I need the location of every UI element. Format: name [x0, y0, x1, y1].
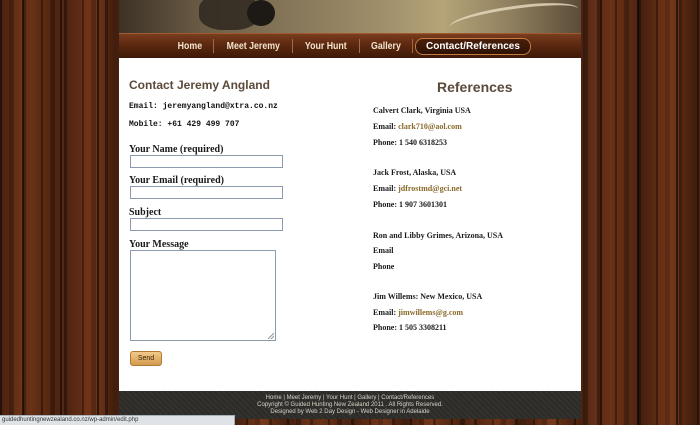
contact-mobile-line: Mobile: +61 429 499 707: [129, 120, 240, 129]
name-input[interactable]: [130, 155, 283, 168]
nav-item-contact-references[interactable]: Contact/References: [414, 37, 531, 55]
reference-email-link[interactable]: jdfrostmd@gci.net: [398, 184, 462, 193]
footer-copyright: Copyright © Guided Hunting New Zealand 2…: [257, 402, 443, 408]
email-input[interactable]: [130, 186, 283, 199]
nav-item-gallery[interactable]: Gallery: [365, 41, 407, 52]
reference-email-link[interactable]: jimwillems@g.com: [398, 308, 463, 317]
browser-status-bar: guidedhuntingnewzealand.co.nz/wp-admin/e…: [0, 415, 235, 425]
reference-email-label: Email: [373, 246, 394, 255]
message-label: Your Message: [129, 239, 189, 250]
reference-phone: 1 505 3308211: [399, 323, 447, 332]
name-label: Your Name (required): [129, 144, 224, 155]
main-content: Contact Jeremy Angland Email: jeremyangl…: [119, 58, 581, 391]
reference-email-row: Email: jdfrostmd@gci.net: [373, 184, 462, 193]
reference-phone-label: Phone: [373, 262, 395, 271]
contact-title: Contact Jeremy Angland: [129, 78, 270, 92]
header-banner-image: [119, 0, 581, 33]
reference-phone-row: Phone: [373, 262, 394, 271]
subject-input[interactable]: [130, 218, 283, 231]
reference-email-row: Email: jimwillems@g.com: [373, 308, 463, 317]
resize-grip-icon[interactable]: [268, 333, 274, 339]
reference-name: Jim Willems: New Mexico, USA: [373, 292, 483, 301]
reference-email-row: Email: clark710@aol.com: [373, 122, 462, 131]
contact-email-line: Email: jeremyangland@xtra.co.nz: [129, 102, 278, 111]
footer-links[interactable]: Home | Meet Jeremy | Your Hunt | Gallery…: [119, 395, 581, 402]
reference-phone-label: Phone:: [373, 200, 397, 209]
nav-item-your-hunt[interactable]: Your Hunt: [299, 41, 353, 52]
nav-item-meet-jeremy[interactable]: Meet Jeremy: [220, 41, 286, 52]
reference-email-link[interactable]: clark710@aol.com: [398, 122, 462, 131]
reference-phone-row: Phone: 1 505 3308211: [373, 323, 447, 332]
nav-divider: [411, 39, 413, 53]
main-nav: Home Meet Jeremy Your Hunt Gallery Conta…: [119, 33, 581, 58]
subject-label: Subject: [129, 207, 162, 218]
message-textarea[interactable]: [130, 250, 276, 341]
reference-phone-label: Phone:: [373, 138, 397, 147]
reference-name: Calvert Clark, Virginia USA: [373, 106, 471, 115]
reference-email-label: Email:: [373, 308, 397, 317]
email-label: Your Email (required): [129, 175, 225, 186]
reference-email-label: Email:: [373, 184, 397, 193]
nav-item-home[interactable]: Home: [172, 41, 209, 52]
reference-phone-row: Phone: 1 907 3601301: [373, 200, 447, 209]
reference-name: Ron and Libby Grimes, Arizona, USA: [373, 231, 504, 240]
reference-name: Jack Frost, Alaska, USA: [373, 168, 457, 177]
reference-email-row: Email: [373, 246, 393, 255]
reference-phone-row: Phone: 1 540 6318253: [373, 138, 447, 147]
reference-phone-label: Phone:: [373, 323, 397, 332]
nav-divider: [359, 39, 361, 53]
nav-divider: [212, 39, 214, 53]
reference-phone: 1 907 3601301: [399, 200, 447, 209]
nav-divider: [292, 39, 294, 53]
references-title: References: [437, 79, 513, 95]
reference-phone: 1 540 6318253: [399, 138, 447, 147]
send-button[interactable]: Send: [130, 351, 162, 366]
reference-email-label: Email:: [373, 122, 397, 131]
